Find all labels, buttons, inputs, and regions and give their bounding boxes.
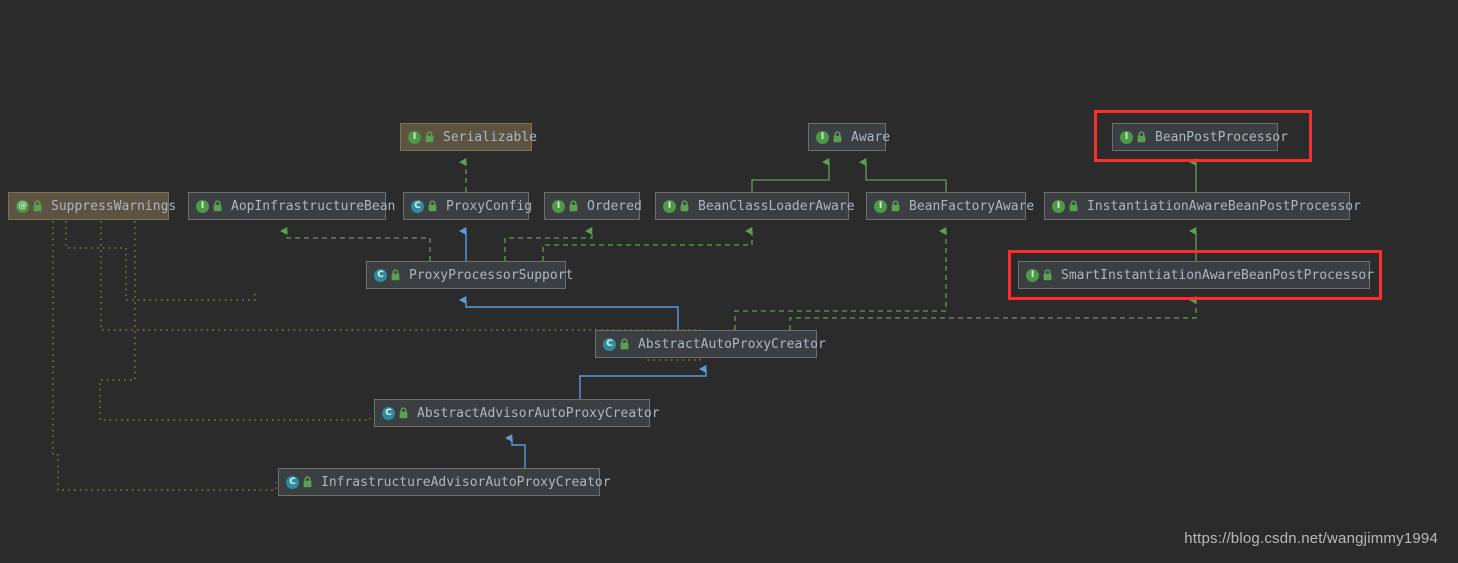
node-label: BeanClassLoaderAware	[698, 200, 855, 213]
interface-icon: I	[196, 200, 209, 213]
edge-proxyprocessorsupport-beanclassloaderaware	[543, 231, 752, 261]
node-serializable[interactable]: ISerializable	[400, 123, 532, 151]
node-icon-group: I	[552, 200, 579, 213]
lock-icon	[398, 407, 409, 419]
node-proxyprocessorsupport[interactable]: CProxyProcessorSupport	[366, 261, 566, 289]
edge-proxyprocessorsupport-ordered	[505, 231, 592, 261]
node-label: ProxyConfig	[446, 200, 532, 213]
lock-icon	[890, 200, 901, 212]
node-icon-group: I	[1052, 200, 1079, 213]
node-label: Ordered	[587, 200, 642, 213]
node-infrastructureadvisorautoproxycreator[interactable]: CInfrastructureAdvisorAutoProxyCreator	[278, 468, 600, 496]
interface-icon: I	[874, 200, 887, 213]
node-icon-group: I	[408, 131, 435, 144]
node-label: ProxyProcessorSupport	[409, 269, 573, 282]
node-abstractadvisorautoproxycreator[interactable]: CAbstractAdvisorAutoProxyCreator	[374, 399, 650, 427]
node-label: BeanFactoryAware	[909, 200, 1034, 213]
node-ordered[interactable]: I Ordered	[544, 192, 640, 220]
node-icon-group: I	[196, 200, 223, 213]
interface-icon: I	[816, 131, 829, 144]
node-icon-group: C	[382, 407, 409, 420]
lock-icon	[302, 476, 313, 488]
node-instantiationawarebeanpostprocessor[interactable]: IInstantiationAwareBeanPostProcessor	[1044, 192, 1350, 220]
edge-abstractautoproxycreator-proxyprocessorsupport	[466, 300, 678, 330]
node-label: SuppressWarnings	[51, 200, 176, 213]
node-label: Aware	[851, 131, 890, 144]
edge-ann-abstractadvisorautoproxycreator	[100, 221, 370, 420]
node-icon-group: I	[874, 200, 901, 213]
node-aopinfrastructurebean[interactable]: IAopInfrastructureBean	[188, 192, 386, 220]
node-label: AbstractAutoProxyCreator	[638, 338, 826, 351]
interface-icon: I	[1052, 200, 1065, 213]
watermark-text: https://blog.csdn.net/wangjimmy1994	[1184, 530, 1438, 547]
node-icon-group: I	[663, 200, 690, 213]
edge-ann-infrastructureadvisor	[53, 221, 276, 490]
lock-icon	[212, 200, 223, 212]
node-abstractautoproxycreator[interactable]: CAbstractAutoProxyCreator	[595, 330, 817, 358]
edge-abstractautoproxycreator-beanfactoryaware	[735, 231, 946, 330]
edge-ann-proxyprocessorsupport	[66, 221, 255, 300]
node-beanfactoryaware[interactable]: IBeanFactoryAware	[866, 192, 1026, 220]
node-proxyconfig[interactable]: C ProxyConfig	[403, 192, 529, 220]
lock-icon	[390, 269, 401, 281]
node-label: InstantiationAwareBeanPostProcessor	[1087, 200, 1361, 213]
node-icon-group: C	[374, 269, 401, 282]
interface-icon: I	[408, 131, 421, 144]
class-icon: C	[382, 407, 395, 420]
diagram-canvas: @SuppressWarningsIAopInfrastructureBeanC…	[0, 0, 1458, 563]
highlight-beanpostprocessor	[1094, 110, 1312, 162]
node-label: AopInfrastructureBean	[231, 200, 395, 213]
interface-icon: I	[663, 200, 676, 213]
lock-icon	[32, 200, 43, 212]
lock-icon	[424, 131, 435, 143]
edge-abstractautoproxycreator-smartinstantiationaware	[790, 300, 1196, 330]
interface-icon: I	[552, 200, 565, 213]
edge-proxyprocessorsupport-aopinfrastructurebean	[287, 231, 430, 261]
edge-abstractadvisorautoproxycreator-abstractautoproxycreator	[580, 369, 706, 399]
node-label: AbstractAdvisorAutoProxyCreator	[417, 407, 660, 420]
node-aware[interactable]: IAware	[808, 123, 886, 151]
lock-icon	[832, 131, 843, 143]
node-label: InfrastructureAdvisorAutoProxyCreator	[321, 476, 611, 489]
class-icon: C	[374, 269, 387, 282]
class-icon: C	[411, 200, 424, 213]
node-icon-group: I	[816, 131, 843, 144]
class-icon: C	[286, 476, 299, 489]
lock-icon	[679, 200, 690, 212]
node-icon-group: C	[603, 338, 630, 351]
node-label: Serializable	[443, 131, 537, 144]
node-icon-group: @	[16, 200, 43, 213]
annotation-icon: @	[16, 200, 29, 213]
lock-icon	[1068, 200, 1079, 212]
edge-infrastructureadvisor-abstractadvisor	[512, 438, 525, 468]
lock-icon	[619, 338, 630, 350]
lock-icon	[568, 200, 579, 212]
node-suppresswarnings[interactable]: @SuppressWarnings	[8, 192, 169, 220]
lock-icon	[427, 200, 438, 212]
node-icon-group: C	[411, 200, 438, 213]
edge-beanfactoryaware-aware	[866, 162, 946, 192]
class-icon: C	[603, 338, 616, 351]
node-beanclassloaderaware[interactable]: IBeanClassLoaderAware	[655, 192, 849, 220]
node-icon-group: C	[286, 476, 313, 489]
highlight-smartinstantiationawarebeanpostprocessor	[1008, 250, 1382, 300]
edge-beanclassloaderaware-aware	[752, 162, 829, 192]
